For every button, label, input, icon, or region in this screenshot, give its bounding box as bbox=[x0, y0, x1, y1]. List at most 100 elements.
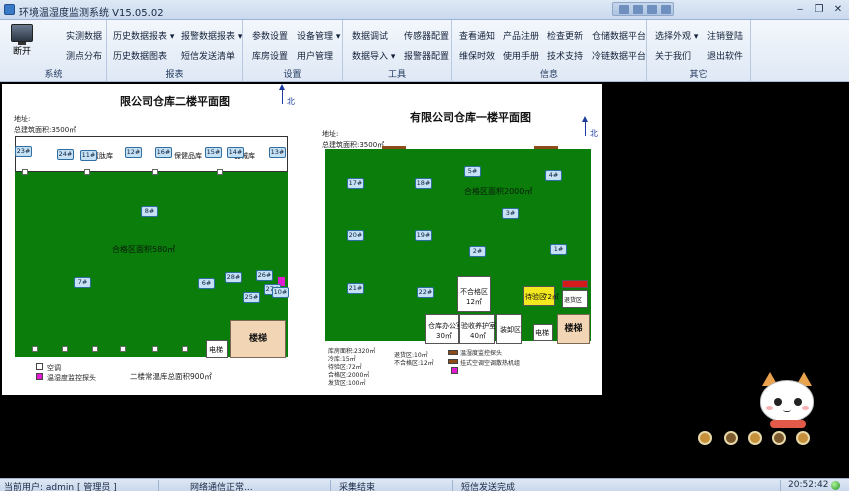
sensor-19[interactable]: 19# bbox=[415, 230, 432, 241]
floor1-legend-ac-box bbox=[448, 350, 458, 355]
exit-button[interactable]: 退出软件 bbox=[707, 49, 743, 62]
disconnect-button[interactable]: 断开 bbox=[8, 24, 36, 57]
sensor-25[interactable]: 25# bbox=[243, 292, 260, 303]
north-arrow-icon bbox=[279, 84, 285, 104]
floor1-title: 有限公司仓库一楼平面图 bbox=[410, 111, 531, 124]
sensor-2[interactable]: 2# bbox=[469, 246, 486, 257]
param-settings-button[interactable]: 参数设置 bbox=[252, 29, 288, 42]
sensor-4[interactable]: 4# bbox=[545, 170, 562, 181]
status-led-icon bbox=[831, 481, 840, 490]
ribbon-group-settings: 参数设置 库房设置 设备管理 ▾ 用户管理 设置 bbox=[243, 20, 343, 82]
group-label-other: 其它 bbox=[689, 70, 708, 80]
floor2-legend-sensor-box bbox=[36, 373, 43, 380]
sensor-1[interactable]: 1# bbox=[550, 244, 567, 255]
floor-plan-sheet: 限公司仓库二楼平面图 地址: 总建筑面积:3500㎡ 北 蛋肽库 保健品库 器械… bbox=[2, 84, 602, 395]
floor1-pending-room: 待验区 72㎡ bbox=[523, 286, 559, 306]
ribbon-group-info: 查看通知 维保时效 产品注册 使用手册 检查更新 技术支持 仓储数据平台 冷链数… bbox=[452, 20, 647, 82]
sensor-22[interactable]: 22# bbox=[417, 287, 434, 298]
ribbon-group-tools: 数据调试 数据导入 ▾ 传感器配置 报警器配置 工具 bbox=[343, 20, 452, 82]
maintenance-validity-button[interactable]: 维保时效 bbox=[459, 49, 495, 62]
point-distribution-button[interactable]: 测点分布 bbox=[66, 49, 102, 62]
sensor-16[interactable]: 16# bbox=[155, 147, 172, 158]
sensor-14[interactable]: 14# bbox=[227, 147, 244, 158]
view-notice-button[interactable]: 查看通知 bbox=[459, 29, 495, 42]
sensor-23[interactable]: 23# bbox=[15, 146, 32, 157]
floor2-footer: 二楼常温库总面积900㎡ bbox=[130, 372, 212, 381]
realtime-data-button[interactable]: 实测数据 bbox=[66, 29, 102, 42]
sensor-12[interactable]: 12# bbox=[125, 147, 142, 158]
sensor-13[interactable]: 13# bbox=[269, 147, 286, 158]
close-button[interactable]: ✕ bbox=[830, 3, 846, 16]
floor1-stairs: 楼梯 bbox=[557, 314, 590, 344]
north-arrow-icon bbox=[582, 116, 588, 136]
sensor-21[interactable]: 21# bbox=[347, 283, 364, 294]
sensor-18[interactable]: 18# bbox=[415, 178, 432, 189]
sensor-11[interactable]: 11# bbox=[80, 150, 97, 161]
restore-button[interactable]: ❐ bbox=[811, 3, 827, 16]
ribbon-group-report: 报表 bbox=[107, 20, 243, 82]
floor1-legend-ac: 挂式空调空调散热机组 bbox=[460, 360, 521, 367]
coldchain-platform-button[interactable]: 冷链数据平台 bbox=[592, 49, 646, 62]
window-title: 环境温湿度监测系统 V15.05.02 bbox=[19, 8, 164, 19]
sensor-28[interactable]: 28# bbox=[225, 272, 242, 283]
status-sms: 短信发送完成 bbox=[461, 483, 516, 491]
floor2-title: 限公司仓库二楼平面图 bbox=[120, 95, 230, 108]
sensor-config-button[interactable]: 传感器配置 bbox=[404, 29, 449, 42]
sensor-3[interactable]: 3# bbox=[502, 208, 519, 219]
room-health: 保健品库 bbox=[174, 152, 202, 160]
floor1-return-room bbox=[562, 280, 588, 288]
data-import-button[interactable]: 数据导入 ▾ bbox=[352, 49, 395, 62]
quick-access-toolbar[interactable] bbox=[612, 2, 674, 16]
title-bar: 环境温湿度监测系统 V15.05.02 ‒ ❐ ✕ bbox=[0, 0, 849, 20]
ribbon-group-other: 选择外观 ▾ 关于我们 注销登陆 退出软件 其它 bbox=[647, 20, 751, 82]
logout-button[interactable]: 注销登陆 bbox=[707, 29, 743, 42]
sensor-6[interactable]: 6# bbox=[198, 278, 215, 289]
group-label-info: 信息 bbox=[539, 70, 558, 80]
sensor-10[interactable]: 10# bbox=[272, 287, 289, 298]
sensor-8[interactable]: 8# bbox=[141, 206, 158, 217]
sensor-5[interactable]: 5# bbox=[464, 166, 481, 177]
user-manual-button[interactable]: 使用手册 bbox=[503, 49, 539, 62]
sensor-24[interactable]: 24# bbox=[57, 149, 74, 160]
sensor-7[interactable]: 7# bbox=[74, 277, 91, 288]
floor1-address: 地址: bbox=[322, 130, 339, 138]
floor2-qualified-label: 合格区面积580㎡ bbox=[112, 245, 176, 254]
warehouse-settings-button[interactable]: 库房设置 bbox=[252, 49, 288, 62]
sensor-17[interactable]: 17# bbox=[347, 178, 364, 189]
status-collect: 采集结束 bbox=[339, 483, 376, 491]
about-us-button[interactable]: 关于我们 bbox=[655, 49, 691, 62]
alarm-config-button[interactable]: 报警器配置 bbox=[404, 49, 449, 62]
sensor-26[interactable]: 26# bbox=[256, 270, 273, 281]
user-management-button[interactable]: 用户管理 bbox=[297, 49, 333, 62]
floor2-address: 地址: bbox=[14, 115, 31, 123]
tech-support-button[interactable]: 技术支持 bbox=[547, 49, 583, 62]
data-debug-button[interactable]: 数据调试 bbox=[352, 29, 388, 42]
qat-icon-2[interactable] bbox=[633, 5, 643, 14]
status-time: 20:52:42 bbox=[788, 480, 829, 490]
check-update-button[interactable]: 检查更新 bbox=[547, 29, 583, 42]
floor1-legend-sensor: 温湿度监控探头 bbox=[460, 350, 503, 357]
storage-platform-button[interactable]: 仓储数据平台 bbox=[592, 29, 646, 42]
floor2-legend-sensor: 温湿度监控探头 bbox=[47, 374, 96, 382]
sensor-20[interactable]: 20# bbox=[347, 230, 364, 241]
qat-icon-1[interactable] bbox=[619, 5, 629, 14]
floor1-elevator: 电梯 bbox=[533, 324, 553, 341]
floor1-qualified-label: 合格区面积2000㎡ bbox=[464, 187, 533, 196]
floor1-unqualified-room: 不合格区 12㎡ bbox=[457, 276, 491, 312]
floor1-return-area: 退货区 bbox=[562, 290, 588, 308]
floor1-office-room: 仓库办公室 30㎡ bbox=[425, 314, 463, 344]
group-label-system: 系统 bbox=[44, 70, 63, 80]
sensor-15[interactable]: 15# bbox=[205, 147, 222, 158]
decorative-strip-icon bbox=[694, 427, 834, 449]
choose-theme-button[interactable]: 选择外观 ▾ bbox=[655, 29, 698, 42]
device-management-button[interactable]: 设备管理 ▾ bbox=[297, 29, 340, 42]
floor2-elevator: 电梯 bbox=[206, 340, 228, 358]
mascot-cat-icon bbox=[752, 372, 822, 434]
floor2-north: 北 bbox=[279, 84, 302, 110]
qat-dropdown-icon[interactable] bbox=[661, 5, 671, 14]
qat-icon-3[interactable] bbox=[647, 5, 657, 14]
product-register-button[interactable]: 产品注册 bbox=[503, 29, 539, 42]
floor2-stairs: 楼梯 bbox=[230, 320, 286, 358]
group-label-settings: 设置 bbox=[283, 70, 302, 80]
minimize-button[interactable]: ‒ bbox=[792, 3, 808, 16]
